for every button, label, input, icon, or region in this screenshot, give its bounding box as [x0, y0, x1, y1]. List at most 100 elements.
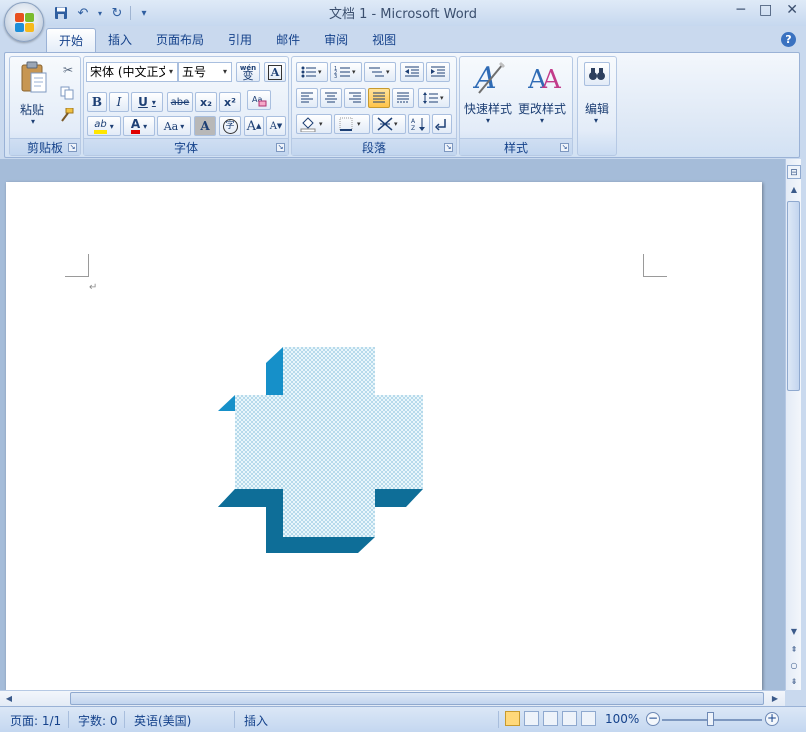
bullets-button[interactable]: ▾ — [296, 62, 328, 82]
tab-mailings[interactable]: 邮件 — [264, 28, 312, 52]
scroll-left-icon[interactable]: ◀ — [2, 692, 16, 706]
font-dialog-launcher[interactable]: ↘ — [276, 143, 285, 152]
clear-formatting-button[interactable]: Aa — [247, 90, 271, 110]
scroll-right-icon[interactable]: ▶ — [768, 692, 782, 706]
cross-right-bottom-side — [375, 489, 423, 507]
tab-review[interactable]: 审阅 — [312, 28, 360, 52]
shrink-font-button[interactable]: A ▼ — [266, 116, 286, 136]
sort-button[interactable]: AZ — [408, 114, 430, 134]
full-screen-reading-view-icon[interactable] — [524, 711, 539, 726]
maximize-button[interactable]: □ — [759, 2, 772, 18]
cross-shape[interactable] — [217, 347, 427, 557]
grow-font-button[interactable]: A ▲ — [244, 116, 264, 136]
paragraph-group-label: 段落 — [292, 138, 456, 155]
decrease-indent-button[interactable] — [400, 62, 424, 82]
multilevel-list-button[interactable]: ▾ — [364, 62, 396, 82]
page-count-status[interactable]: 页面: 1/1 — [10, 712, 61, 729]
chevron-down-icon: ▾ — [109, 121, 114, 131]
numbering-button[interactable]: 1 2 3 ▾ — [330, 62, 362, 82]
svg-text:▾: ▾ — [318, 68, 322, 76]
shading-button[interactable]: ▾ — [296, 114, 332, 134]
chinese-layout-button[interactable]: ▾ — [372, 114, 406, 134]
quick-styles-label: 快速样式 — [464, 102, 513, 116]
highlight-button[interactable]: ab ▾ — [87, 116, 121, 136]
align-right-button[interactable] — [344, 88, 366, 108]
change-styles-button[interactable]: A A 更改样式 ▾ — [518, 60, 572, 134]
clipboard-dialog-launcher[interactable]: ↘ — [68, 143, 77, 152]
strikethrough-button[interactable]: abe — [167, 92, 193, 112]
tab-view[interactable]: 视图 — [360, 28, 408, 52]
zoom-slider-knob[interactable] — [707, 712, 714, 726]
previous-page-icon[interactable]: ⇞ — [787, 643, 801, 657]
enclose-char-button[interactable]: 字 — [219, 116, 241, 136]
char-border-button[interactable]: A — [264, 62, 286, 82]
horizontal-scrollbar[interactable]: ◀ ▶ — [0, 690, 785, 706]
borders-icon: ▾ — [339, 117, 361, 131]
window-controls: ─ □ ✕ — [737, 2, 798, 18]
justify-button[interactable] — [368, 88, 390, 108]
align-center-button[interactable] — [320, 88, 342, 108]
paragraph-dialog-launcher[interactable]: ↘ — [444, 143, 453, 152]
tab-home[interactable]: 开始 — [46, 28, 97, 52]
chevron-down-icon: ▾ — [486, 116, 491, 125]
char-border-icon: A — [267, 64, 283, 80]
zoom-out-button[interactable]: − — [646, 712, 660, 726]
zoom-in-button[interactable]: + — [765, 712, 779, 726]
font-size-combo[interactable]: 五号 ▾ — [178, 62, 232, 82]
show-marks-button[interactable] — [432, 114, 452, 134]
phonetic-guide-button[interactable]: wén 变 — [236, 62, 260, 82]
font-name-combo[interactable]: 宋体 (中文正文 ▾ — [86, 62, 178, 82]
scroll-up-icon[interactable]: ▲ — [787, 183, 801, 197]
styles-group-label: 样式 — [460, 138, 572, 155]
underline-button[interactable]: U ▾ — [131, 92, 163, 112]
chevron-down-icon: ▾ — [594, 116, 599, 125]
styles-dialog-launcher[interactable]: ↘ — [560, 143, 569, 152]
help-icon[interactable]: ? — [781, 32, 796, 47]
minimize-button[interactable]: ─ — [737, 2, 745, 18]
horizontal-scroll-thumb[interactable] — [70, 692, 764, 705]
change-case-button[interactable]: Aa ▾ — [157, 116, 191, 136]
insert-mode-status[interactable]: 插入 — [244, 712, 268, 729]
cut-icon[interactable]: ✂ — [60, 63, 76, 79]
line-spacing-button[interactable]: ▾ — [418, 88, 450, 108]
chevron-down-icon: ▾ — [540, 116, 545, 125]
tab-insert[interactable]: 插入 — [96, 28, 144, 52]
print-layout-view-icon[interactable] — [505, 711, 520, 726]
outline-view-icon[interactable] — [562, 711, 577, 726]
tab-page-layout[interactable]: 页面布局 — [144, 28, 216, 52]
editing-button[interactable]: 编辑 ▾ — [580, 60, 614, 150]
tab-references[interactable]: 引用 — [216, 28, 264, 52]
format-painter-icon[interactable] — [60, 107, 76, 124]
increase-indent-button[interactable] — [426, 62, 450, 82]
superscript-button[interactable]: x² — [219, 92, 241, 112]
office-button[interactable] — [4, 2, 44, 42]
close-button[interactable]: ✕ — [786, 2, 798, 18]
zoom-level[interactable]: 100% — [605, 712, 639, 726]
char-shading-button[interactable]: A — [194, 116, 216, 136]
bold-button[interactable]: B — [87, 92, 107, 112]
editing-label: 编辑 — [585, 102, 610, 116]
word-count-status[interactable]: 字数: 0 — [78, 712, 118, 729]
document-page[interactable]: ↵ — [6, 182, 762, 690]
ruler-toggle-icon[interactable]: ⊟ — [787, 165, 801, 179]
vertical-scrollbar[interactable]: ⊟ ▲ ▼ ⇞ ○ ⇟ — [785, 159, 801, 690]
language-status[interactable]: 英语(美国) — [134, 712, 191, 729]
italic-button[interactable]: I — [109, 92, 129, 112]
distributed-button[interactable] — [392, 88, 414, 108]
copy-icon[interactable] — [60, 86, 76, 102]
window-title: 文档 1 - Microsoft Word — [328, 7, 478, 22]
draft-view-icon[interactable] — [581, 711, 596, 726]
subscript-button[interactable]: x₂ — [195, 92, 217, 112]
paste-button[interactable]: 粘贴 ▾ — [14, 61, 54, 133]
web-layout-view-icon[interactable] — [543, 711, 558, 726]
scroll-down-icon[interactable]: ▼ — [787, 625, 801, 639]
borders-button[interactable]: ▾ — [334, 114, 370, 134]
chinese-layout-icon: ▾ — [377, 117, 398, 131]
vertical-scroll-thumb[interactable] — [787, 201, 800, 391]
browse-object-icon[interactable]: ○ — [787, 659, 801, 673]
quick-styles-button[interactable]: A 快速样式 ▾ — [462, 60, 518, 134]
next-page-icon[interactable]: ⇟ — [787, 675, 801, 689]
align-left-button[interactable] — [296, 88, 318, 108]
crop-mark-top-left — [65, 254, 89, 277]
font-color-button[interactable]: A ▾ — [123, 116, 155, 136]
